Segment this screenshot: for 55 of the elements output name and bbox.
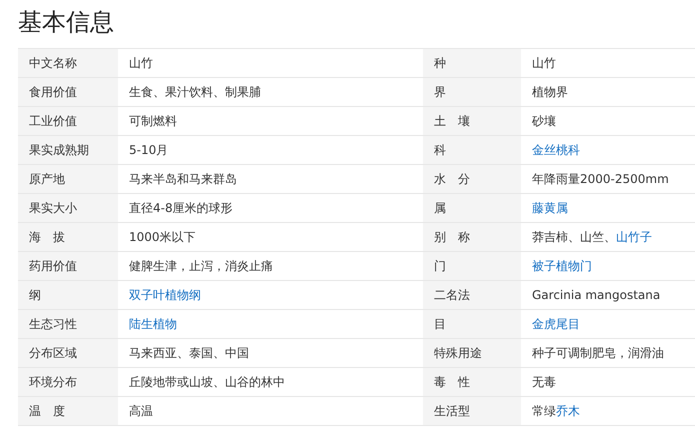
link[interactable]: 陆生植物 — [129, 316, 177, 330]
value-text: 无毒 — [532, 374, 556, 388]
value-text: 可制燃料 — [129, 114, 177, 128]
label-cell: 特殊用途 — [423, 338, 521, 368]
label-cell: 二名法 — [423, 280, 521, 310]
label-cell: 海 拔 — [18, 222, 118, 252]
value-text: 健脾生津，止泻，消炎止痛 — [129, 258, 273, 272]
label-cell: 环境分布 — [18, 368, 118, 396]
value-text: 马来西亚、泰国、中国 — [129, 346, 249, 360]
label-cell: 原产地 — [18, 164, 118, 194]
label-cell: 别 称 — [423, 222, 521, 252]
value-text: 5-10月 — [129, 142, 168, 156]
label-cell: 种 — [423, 48, 521, 78]
label-cell: 毒 性 — [423, 368, 521, 396]
label-cell: 药用价值 — [18, 252, 118, 280]
label-cell: 土 壤 — [423, 106, 521, 136]
value-text: 山竹 — [129, 56, 153, 70]
label-cell: 果实成熟期 — [18, 136, 118, 164]
value-text: 生食、果汁饮料、制果脯 — [129, 84, 261, 98]
label-cell: 科 — [423, 136, 521, 164]
label-cell: 工业价值 — [18, 106, 118, 136]
label-cell: 中文名称 — [18, 48, 118, 78]
link[interactable]: 乔木 — [556, 404, 580, 418]
value-text: 山竹 — [532, 56, 556, 70]
value-text: Garcinia mangostana — [532, 288, 660, 302]
value-text: 马来半岛和马来群岛 — [129, 172, 237, 186]
link[interactable]: 被子植物门 — [532, 258, 592, 272]
label-cell: 生活型 — [423, 396, 521, 426]
label-cell: 水 分 — [423, 164, 521, 194]
label-cell: 果实大小 — [18, 194, 118, 222]
value-text: 丘陵地带或山坡、山谷的林中 — [129, 374, 285, 388]
value-text: 砂壤 — [532, 114, 556, 128]
label-cell: 门 — [423, 252, 521, 280]
value-text: 年降雨量2000-2500mm — [532, 172, 669, 186]
label-cell: 界 — [423, 78, 521, 106]
label-cell: 纲 — [18, 280, 118, 310]
link[interactable]: 金虎尾目 — [532, 316, 580, 330]
label-cell: 分布区域 — [18, 338, 118, 368]
value-text: 常绿 — [532, 404, 556, 418]
link[interactable]: 藤黄属 — [532, 200, 568, 214]
value-text: 高温 — [129, 404, 153, 418]
link[interactable]: 山竹子 — [616, 230, 652, 244]
value-text: 1000米以下 — [129, 230, 196, 244]
section-title: 基本信息 — [18, 7, 115, 38]
label-cell: 生态习性 — [18, 310, 118, 338]
label-cell: 食用价值 — [18, 78, 118, 106]
label-cell: 属 — [423, 194, 521, 222]
link[interactable]: 双子叶植物纲 — [129, 288, 201, 302]
label-cell: 目 — [423, 310, 521, 338]
value-text: 植物界 — [532, 84, 568, 98]
value-text: 种子可调制肥皂，润滑油 — [532, 346, 664, 360]
label-cell: 温 度 — [18, 396, 118, 426]
value-text: 直径4-8厘米的球形 — [129, 200, 233, 214]
value-text: 莽吉柿、山竺、 — [532, 230, 616, 244]
link[interactable]: 金丝桃科 — [532, 142, 580, 156]
